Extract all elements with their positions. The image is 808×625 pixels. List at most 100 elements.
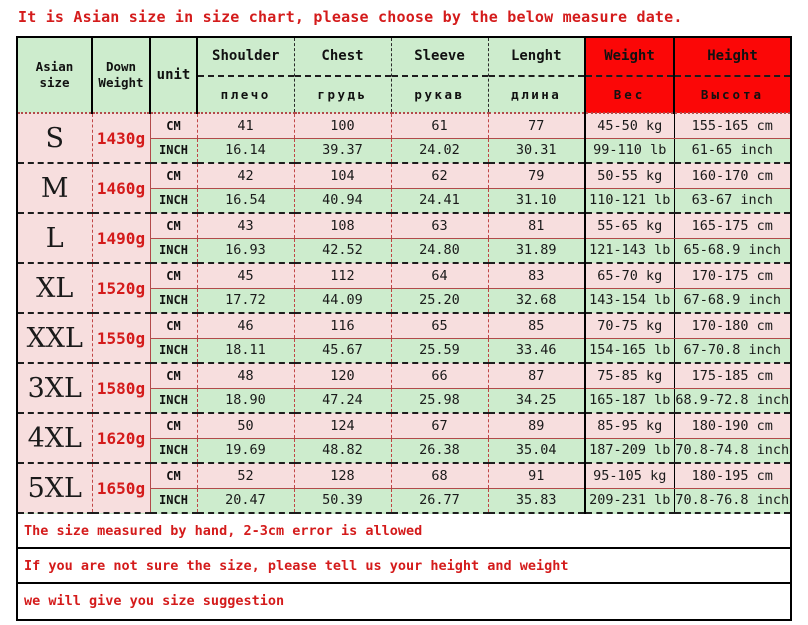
cell-down-weight: 1520g <box>92 263 151 314</box>
cell-lenght-cm: 89 <box>488 413 586 439</box>
header-asian-size: Asian size <box>18 38 93 114</box>
size-chart-table: Asian size Down Weight unit Shoulder пле… <box>18 38 790 514</box>
table-row: XL 1520g CM 45 112 64 83 65-70 kg 170-175 cm <box>18 263 790 314</box>
cell-lenght-inch: 31.10 <box>488 188 586 214</box>
cell-unit-cm: CM <box>150 163 198 189</box>
cell-height-inch: 61-65 inch <box>674 138 790 164</box>
cell-chest-inch: 50.39 <box>294 488 392 514</box>
cell-chest-cm: 116 <box>294 313 392 339</box>
cell-height-inch: 70.8-76.8 inch <box>674 488 790 514</box>
page-title: It is Asian size in size chart, please c… <box>18 8 683 26</box>
cell-size: S <box>18 113 93 164</box>
cell-lenght-cm: 77 <box>488 113 586 139</box>
cell-lenght-cm: 85 <box>488 313 586 339</box>
cell-lenght-inch: 31.89 <box>488 238 586 264</box>
cell-chest-inch: 42.52 <box>294 238 392 264</box>
cell-sleeve-cm: 63 <box>391 213 489 239</box>
cell-height-cm: 155-165 cm <box>674 113 790 139</box>
note-row: we will give you size suggestion <box>24 593 285 609</box>
cell-unit-inch: INCH <box>150 438 198 464</box>
cell-sleeve-inch: 25.59 <box>391 338 489 364</box>
cell-sleeve-cm: 62 <box>391 163 489 189</box>
cell-height-inch: 67-68.9 inch <box>674 288 790 314</box>
cell-height-inch: 68.9-72.8 inch <box>674 388 790 414</box>
cell-chest-cm: 120 <box>294 363 392 389</box>
header-lenght-ru: длина <box>511 87 562 102</box>
cell-unit-cm: CM <box>150 213 198 239</box>
cell-sleeve-inch: 25.98 <box>391 388 489 414</box>
header-weight-en: Weight <box>586 38 673 77</box>
cell-size: M <box>18 163 93 214</box>
header-height-ru: Высота <box>700 87 765 102</box>
header-chest: Chest грудь <box>294 38 392 114</box>
cell-unit-cm: CM <box>150 363 198 389</box>
table-row: L 1490g CM 43 108 63 81 55-65 kg 165-175 cm <box>18 213 790 264</box>
cell-unit-cm: CM <box>150 313 198 339</box>
cell-weight-lb: 110-121 lb <box>584 188 675 214</box>
cell-weight-kg: 65-70 kg <box>584 263 675 289</box>
cell-lenght-cm: 83 <box>488 263 586 289</box>
header-sleeve: Sleeve рукав <box>391 38 489 114</box>
cell-chest-inch: 40.94 <box>294 188 392 214</box>
cell-weight-lb: 154-165 lb <box>584 338 675 364</box>
cell-weight-lb: 187-209 lb <box>584 438 675 464</box>
cell-sleeve-cm: 66 <box>391 363 489 389</box>
header-sleeve-ru: рукав <box>414 87 465 102</box>
cell-down-weight: 1490g <box>92 213 151 264</box>
cell-shoulder-inch: 16.54 <box>197 188 295 214</box>
header-weight: Weight Вес <box>584 38 674 114</box>
header-height-en: Height <box>675 38 790 77</box>
header-down-weight: Down Weight <box>92 38 151 114</box>
table-row: XXL 1550g CM 46 116 65 85 70-75 kg 170-180 cm <box>18 313 790 364</box>
header-row: Asian size Down Weight unit Shoulder пле… <box>18 38 790 114</box>
cell-weight-kg: 70-75 kg <box>584 313 675 339</box>
cell-sleeve-inch: 24.41 <box>391 188 489 214</box>
cell-shoulder-cm: 50 <box>197 413 295 439</box>
cell-chest-cm: 124 <box>294 413 392 439</box>
cell-height-inch: 65-68.9 inch <box>674 238 790 264</box>
cell-sleeve-cm: 65 <box>391 313 489 339</box>
cell-unit-inch: INCH <box>150 188 198 214</box>
table-row: S 1430g CM 41 100 61 77 45-50 kg 155-165 cm <box>18 113 790 164</box>
table-row: 3XL 1580g CM 48 120 66 87 75-85 kg 175-185 cm <box>18 363 790 414</box>
cell-height-inch: 70.8-74.8 inch <box>674 438 790 464</box>
cell-shoulder-cm: 43 <box>197 213 295 239</box>
cell-weight-lb: 165-187 lb <box>584 388 675 414</box>
cell-sleeve-cm: 67 <box>391 413 489 439</box>
cell-sleeve-inch: 24.02 <box>391 138 489 164</box>
cell-unit-cm: CM <box>150 263 198 289</box>
cell-unit-cm: CM <box>150 463 198 489</box>
cell-sleeve-inch: 26.38 <box>391 438 489 464</box>
cell-shoulder-inch: 20.47 <box>197 488 295 514</box>
cell-weight-kg: 95-105 kg <box>584 463 675 489</box>
cell-weight-lb: 143-154 lb <box>584 288 675 314</box>
cell-lenght-cm: 91 <box>488 463 586 489</box>
cell-height-cm: 170-180 cm <box>674 313 790 339</box>
cell-shoulder-inch: 18.11 <box>197 338 295 364</box>
cell-unit-inch: INCH <box>150 488 198 514</box>
table-header: Asian size Down Weight unit Shoulder пле… <box>18 38 790 114</box>
header-shoulder-en: Shoulder <box>198 38 294 77</box>
notes-block: The size measured by hand, 2-3cm error i… <box>16 514 792 621</box>
cell-unit-inch: INCH <box>150 238 198 264</box>
cell-shoulder-cm: 48 <box>197 363 295 389</box>
cell-shoulder-inch: 19.69 <box>197 438 295 464</box>
note-row: If you are not sure the size, please tel… <box>18 549 790 584</box>
cell-size: 3XL <box>18 363 93 414</box>
size-chart-table-wrapper: Asian size Down Weight unit Shoulder пле… <box>16 36 792 516</box>
cell-down-weight: 1620g <box>92 413 151 464</box>
cell-weight-kg: 45-50 kg <box>584 113 675 139</box>
cell-unit-inch: INCH <box>150 338 198 364</box>
cell-shoulder-cm: 41 <box>197 113 295 139</box>
header-chest-ru: грудь <box>317 87 368 102</box>
cell-lenght-inch: 34.25 <box>488 388 586 414</box>
cell-down-weight: 1650g <box>92 463 151 514</box>
header-shoulder: Shoulder плечо <box>197 38 295 114</box>
header-unit: unit <box>150 38 198 114</box>
cell-down-weight: 1430g <box>92 113 151 164</box>
cell-chest-cm: 112 <box>294 263 392 289</box>
cell-lenght-cm: 81 <box>488 213 586 239</box>
cell-sleeve-inch: 26.77 <box>391 488 489 514</box>
cell-weight-kg: 85-95 kg <box>584 413 675 439</box>
cell-height-inch: 67-70.8 inch <box>674 338 790 364</box>
